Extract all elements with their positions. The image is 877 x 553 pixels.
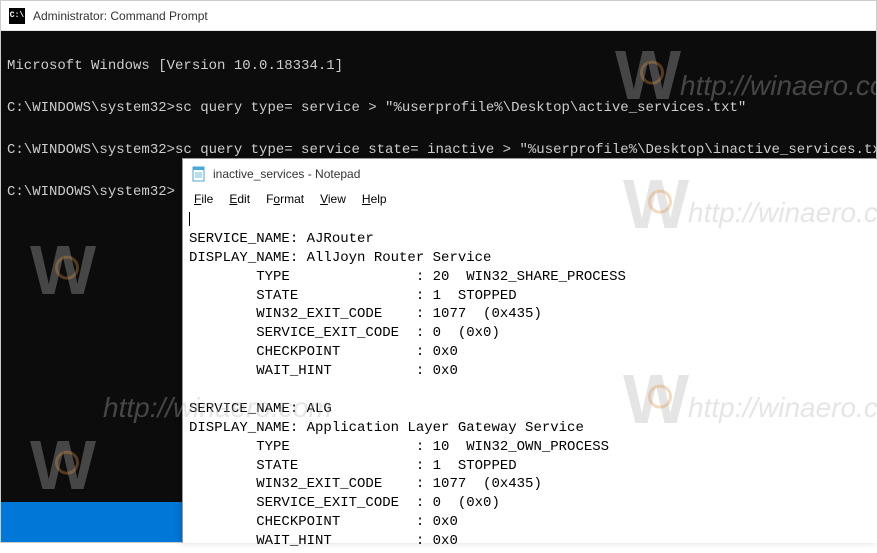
text-line: WAIT_HINT : 0x0: [189, 533, 458, 549]
text-line: WIN32_EXIT_CODE : 1077 (0x435): [189, 476, 542, 492]
notepad-body[interactable]: SERVICE_NAME: AJRouter DISPLAY_NAME: All…: [183, 209, 877, 553]
cmd-line: C:\WINDOWS\system32>sc query type= servi…: [7, 142, 877, 158]
cmd-line: C:\WINDOWS\system32>sc query type= servi…: [7, 100, 746, 116]
menu-file[interactable]: File: [187, 191, 220, 207]
text-line: STATE : 1 STOPPED: [189, 288, 517, 304]
cmd-titlebar[interactable]: C:\ Administrator: Command Prompt: [1, 1, 876, 31]
menu-help[interactable]: Help: [355, 191, 394, 207]
text-line: SERVICE_NAME: ALG: [189, 401, 332, 417]
menu-view[interactable]: View: [313, 191, 353, 207]
taskbar-strip[interactable]: [1, 502, 183, 542]
text-line: CHECKPOINT : 0x0: [189, 514, 458, 530]
text-cursor: [189, 212, 190, 226]
text-line: SERVICE_EXIT_CODE : 0 (0x0): [189, 325, 500, 341]
cmd-icon: C:\: [9, 8, 25, 24]
cmd-line: Microsoft Windows [Version 10.0.18334.1]: [7, 58, 343, 74]
text-line: CHECKPOINT : 0x0: [189, 344, 458, 360]
notepad-window: inactive_services - Notepad File Edit Fo…: [182, 158, 877, 543]
text-line: SERVICE_EXIT_CODE : 0 (0x0): [189, 495, 500, 511]
notepad-icon: [191, 166, 207, 182]
text-line: DISPLAY_NAME: AllJoyn Router Service: [189, 250, 491, 266]
notepad-menubar: File Edit Format View Help: [183, 189, 877, 209]
text-line: STATE : 1 STOPPED: [189, 458, 517, 474]
menu-edit[interactable]: Edit: [222, 191, 257, 207]
text-line: TYPE : 10 WIN32_OWN_PROCESS: [189, 439, 609, 455]
text-line: SERVICE_NAME: AJRouter: [189, 231, 374, 247]
notepad-titlebar[interactable]: inactive_services - Notepad: [183, 159, 877, 189]
cmd-prompt: C:\WINDOWS\system32>: [7, 184, 175, 200]
notepad-title: inactive_services - Notepad: [213, 167, 360, 181]
text-line: DISPLAY_NAME: Application Layer Gateway …: [189, 420, 584, 436]
text-line: WAIT_HINT : 0x0: [189, 363, 458, 379]
text-line: TYPE : 20 WIN32_SHARE_PROCESS: [189, 269, 626, 285]
cmd-title: Administrator: Command Prompt: [33, 9, 208, 23]
text-line: WIN32_EXIT_CODE : 1077 (0x435): [189, 306, 542, 322]
menu-format[interactable]: Format: [259, 191, 311, 207]
